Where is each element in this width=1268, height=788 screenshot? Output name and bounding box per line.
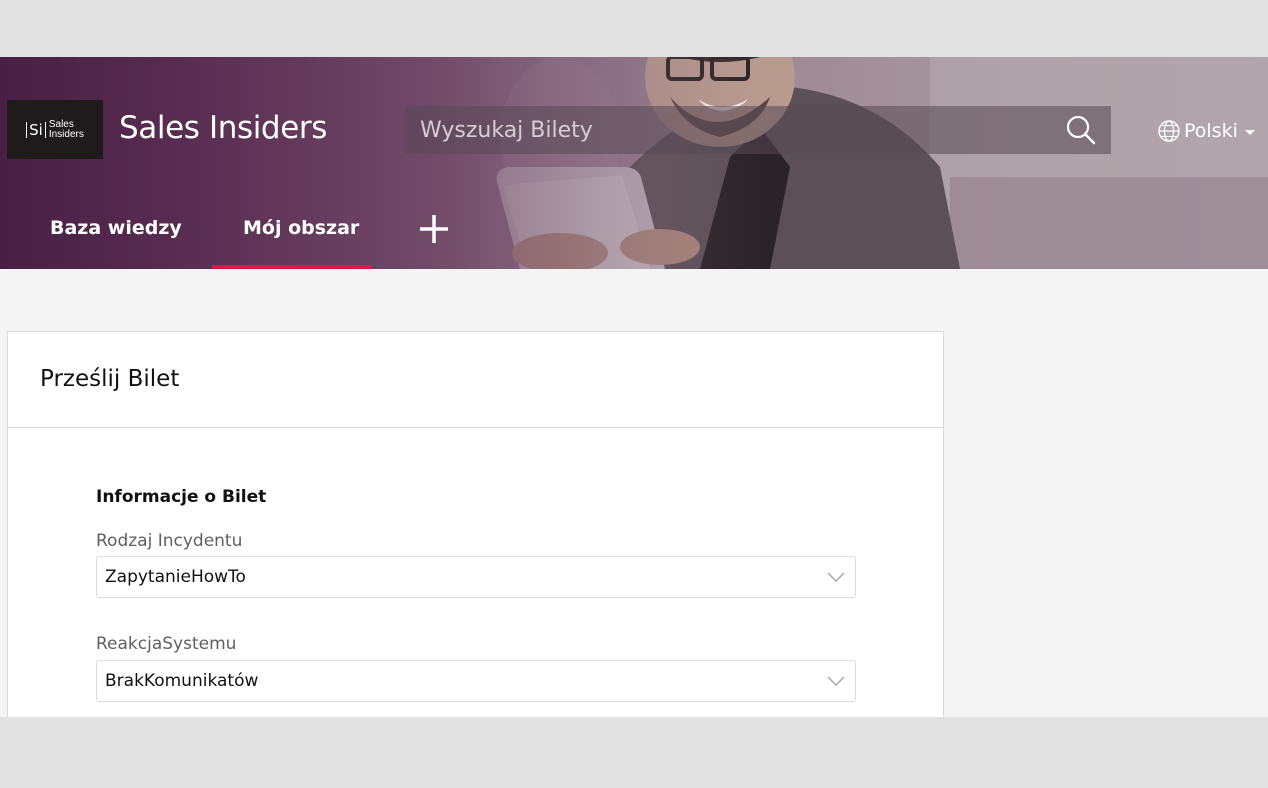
system-response-select[interactable]: BrakKomunikatów [96,660,856,702]
system-response-value: BrakKomunikatów [105,671,259,691]
nav-tab-my-area[interactable]: Mój obszar [243,217,359,239]
incident-type-value: ZapytanieHowTo [105,567,246,587]
nav-tab-knowledge-base[interactable]: Baza wiedzy [50,217,182,239]
section-title: Informacje o Bilet [96,487,267,507]
site-logo[interactable]: Si Sales Insiders [7,100,103,159]
search-input[interactable] [405,106,1045,154]
add-tab-button[interactable] [418,213,450,249]
incident-type-select[interactable]: ZapytanieHowTo [96,556,856,598]
incident-type-label: Rodzaj Incydentu [96,531,243,551]
logo-text: Sales Insiders [48,119,84,140]
page-title: Prześlij Bilet [40,366,180,392]
active-tab-indicator [212,265,372,269]
submit-ticket-card: Prześlij Bilet Informacje o Bilet Rodzaj… [7,331,944,717]
logo-mark: Si [26,121,46,138]
search-bar [405,106,1111,154]
chevron-down-icon [827,676,845,687]
globe-icon [1158,120,1180,142]
header-background-photo [0,57,1268,269]
caret-down-icon [1244,130,1255,135]
language-label: Polski [1184,120,1238,142]
system-response-label: ReakcjaSystemu [96,634,237,654]
portal-viewport: Si Sales Insiders Sales Insiders Wyszuka… [0,57,1268,717]
language-selector[interactable]: Polski [1157,119,1260,143]
chevron-down-icon [827,572,845,583]
site-title[interactable]: Sales Insiders [119,110,327,146]
site-header: Si Sales Insiders Sales Insiders Wyszuka… [0,57,1268,269]
search-button[interactable] [1065,114,1097,146]
plus-icon [420,215,448,243]
search-icon [1066,115,1096,145]
card-header: Prześlij Bilet [8,332,943,428]
logo-line2: Insiders [48,128,84,140]
